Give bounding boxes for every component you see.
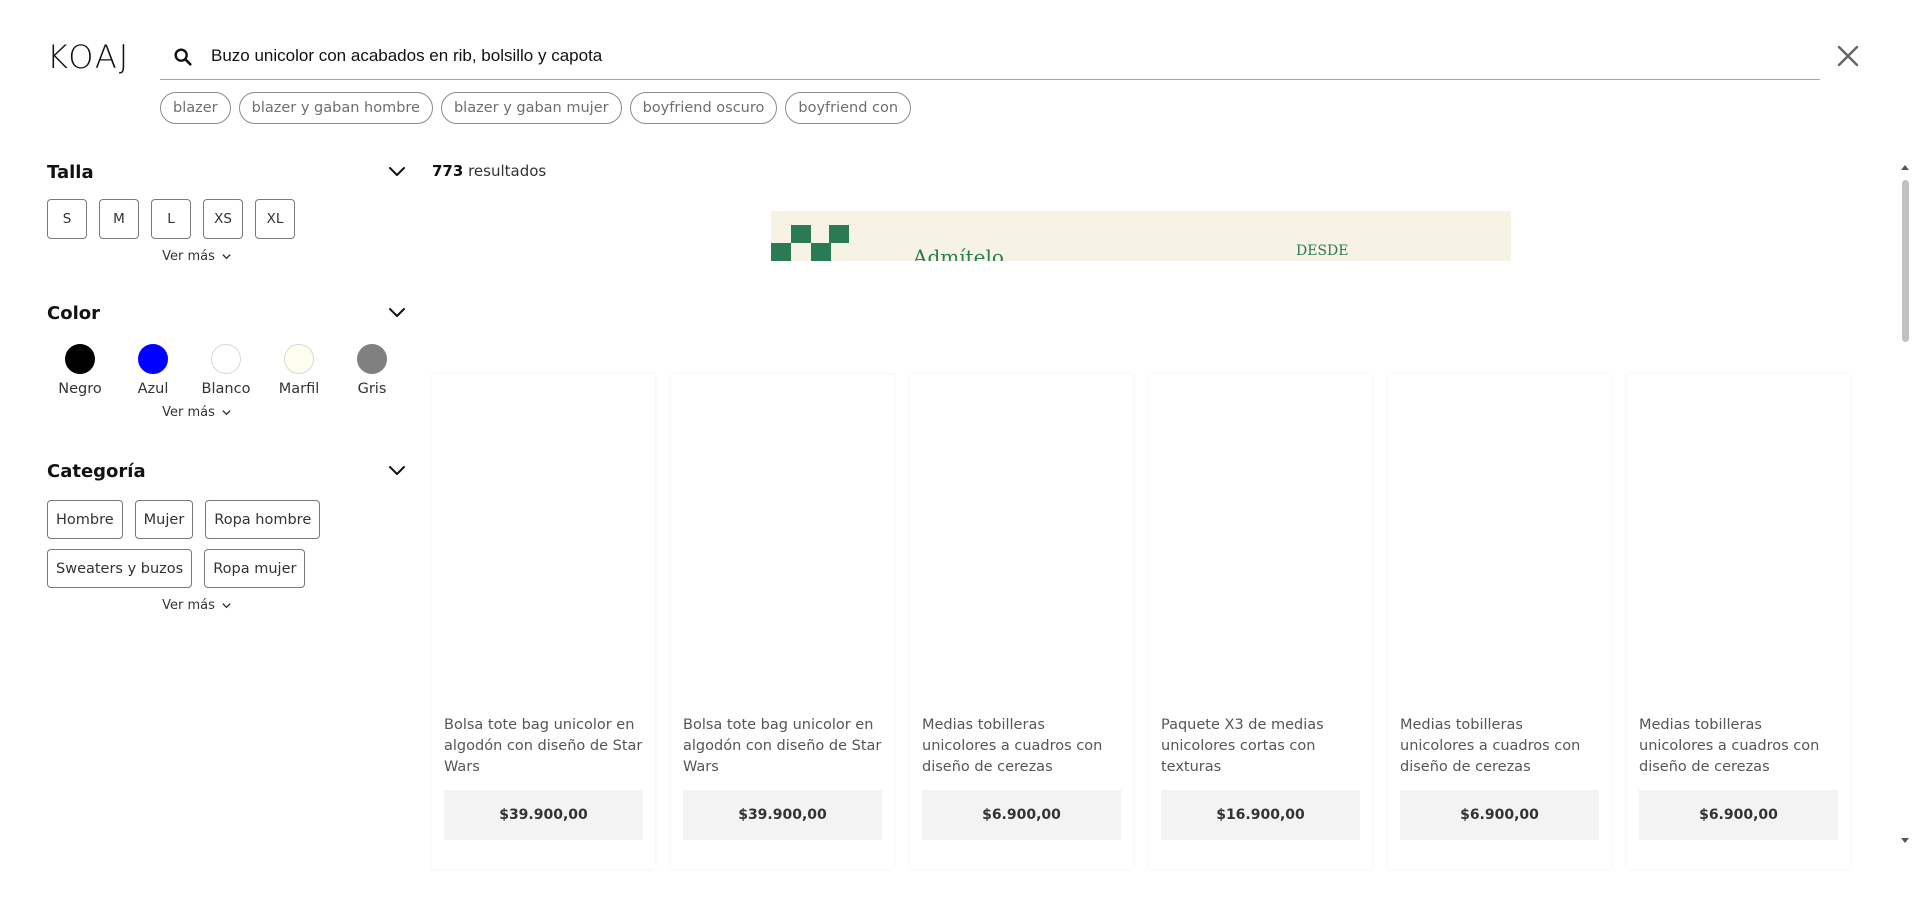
category-filter: Categoría Hombre Mujer Ropa hombre Sweat…: [47, 454, 407, 613]
product-price[interactable]: $39.900,00: [444, 790, 643, 840]
scroll-down-arrow-icon[interactable]: [1901, 836, 1909, 844]
color-swatch: [284, 344, 314, 374]
color-swatch: [357, 344, 387, 374]
chevron-down-icon: [222, 603, 231, 609]
product-card[interactable]: Medias tobilleras unicolores a cuadros c…: [1388, 374, 1611, 869]
product-card[interactable]: Medias tobilleras unicolores a cuadros c…: [910, 374, 1133, 869]
color-option-blanco[interactable]: Blanco: [197, 344, 255, 397]
size-option[interactable]: M: [99, 199, 139, 239]
color-filter: Color Negro Azul Blanco Marfil Gris Ver …: [47, 296, 407, 420]
color-label: Negro: [58, 381, 102, 397]
product-price[interactable]: $16.900,00: [1161, 790, 1360, 840]
results-label: resultados: [468, 162, 547, 180]
product-price[interactable]: $6.900,00: [1400, 790, 1599, 840]
product-price[interactable]: $39.900,00: [683, 790, 882, 840]
suggestion-chip[interactable]: boyfriend oscuro: [629, 92, 778, 124]
product-name[interactable]: Paquete X3 de medias unicolores cortas c…: [1161, 715, 1361, 778]
product-grid: Bolsa tote bag unicolor en algodón con d…: [432, 374, 1850, 869]
product-image[interactable]: [1627, 374, 1850, 704]
color-filter-title[interactable]: Color: [47, 296, 407, 330]
scroll-up-arrow-icon[interactable]: [1901, 164, 1909, 172]
product-card[interactable]: Paquete X3 de medias unicolores cortas c…: [1149, 374, 1372, 869]
chevron-down-icon: [222, 410, 231, 416]
color-label: Gris: [357, 381, 387, 397]
category-filter-title[interactable]: Categoría: [47, 454, 407, 488]
size-see-more[interactable]: Ver más: [47, 249, 347, 264]
product-image[interactable]: [432, 374, 655, 704]
size-filter: Talla S M L XS XL Ver más: [47, 155, 407, 264]
color-option-azul[interactable]: Azul: [124, 344, 182, 397]
search-suggestions: blazer blazer y gaban hombre blazer y ga…: [160, 92, 912, 124]
search-input[interactable]: [211, 44, 1771, 68]
product-card[interactable]: Medias tobilleras unicolores a cuadros c…: [1627, 374, 1850, 869]
suggestion-chip[interactable]: boyfriend con: [785, 92, 912, 124]
product-image[interactable]: [671, 374, 894, 704]
chevron-down-icon[interactable]: [387, 161, 407, 181]
product-name[interactable]: Bolsa tote bag unicolor en algodón con d…: [444, 715, 644, 778]
size-option[interactable]: XS: [203, 199, 243, 239]
product-card[interactable]: Bolsa tote bag unicolor en algodón con d…: [671, 374, 894, 869]
category-see-more[interactable]: Ver más: [47, 598, 347, 613]
product-card[interactable]: Bolsa tote bag unicolor en algodón con d…: [432, 374, 655, 869]
koaj-logo[interactable]: KOAJ: [47, 38, 130, 76]
color-option-negro[interactable]: Negro: [51, 344, 109, 397]
product-price[interactable]: $6.900,00: [922, 790, 1121, 840]
suggestion-chip[interactable]: blazer y gaban hombre: [238, 92, 433, 124]
scroll-thumb[interactable]: [1902, 180, 1909, 342]
product-name[interactable]: Medias tobilleras unicolores a cuadros c…: [1400, 715, 1600, 778]
product-image[interactable]: [1388, 374, 1611, 704]
size-filter-title[interactable]: Talla: [47, 155, 407, 189]
color-option-marfil[interactable]: Marfil: [270, 344, 328, 397]
product-name[interactable]: Medias tobilleras unicolores a cuadros c…: [922, 715, 1122, 778]
product-image[interactable]: [910, 374, 1133, 704]
category-option[interactable]: Sweaters y buzos: [47, 549, 193, 588]
category-option[interactable]: Ropa mujer: [204, 549, 306, 588]
chevron-down-icon[interactable]: [387, 460, 407, 480]
size-option[interactable]: S: [47, 199, 87, 239]
chevron-down-icon[interactable]: [387, 302, 407, 322]
promo-banner[interactable]: Admítelo DESDE: [771, 211, 1511, 261]
color-see-more[interactable]: Ver más: [47, 405, 347, 420]
see-more-label: Ver más: [162, 249, 215, 264]
category-option[interactable]: Mujer: [134, 500, 194, 539]
checker-pattern: [771, 225, 849, 261]
banner-text-right: DESDE: [1296, 243, 1349, 259]
product-name[interactable]: Medias tobilleras unicolores a cuadros c…: [1639, 715, 1839, 778]
results-scrollbar[interactable]: [1898, 160, 1912, 848]
close-icon[interactable]: [1834, 42, 1862, 70]
filter-sidebar: Talla S M L XS XL Ver más Color Negro Az…: [47, 155, 407, 613]
color-swatch: [211, 344, 241, 374]
results-number: 773: [432, 162, 464, 180]
see-more-label: Ver más: [162, 405, 215, 420]
color-swatch: [138, 344, 168, 374]
category-option[interactable]: Ropa hombre: [205, 500, 321, 539]
see-more-label: Ver más: [162, 598, 215, 613]
color-label: Azul: [137, 381, 169, 397]
suggestion-chip[interactable]: blazer: [160, 92, 231, 124]
color-label: Blanco: [201, 381, 251, 397]
banner-text-left: Admítelo: [913, 245, 1004, 261]
suggestion-chip[interactable]: blazer y gaban mujer: [440, 92, 622, 124]
results-count: 773 resultados: [432, 162, 546, 180]
size-option[interactable]: L: [151, 199, 191, 239]
chevron-down-icon: [222, 254, 231, 260]
size-option[interactable]: XL: [255, 199, 295, 239]
product-price[interactable]: $6.900,00: [1639, 790, 1838, 840]
color-option-gris[interactable]: Gris: [343, 344, 401, 397]
color-swatch: [65, 344, 95, 374]
search-icon[interactable]: [172, 46, 194, 68]
product-image[interactable]: [1149, 374, 1372, 704]
product-name[interactable]: Bolsa tote bag unicolor en algodón con d…: [683, 715, 883, 778]
color-label: Marfil: [278, 381, 320, 397]
category-option[interactable]: Hombre: [47, 500, 123, 539]
